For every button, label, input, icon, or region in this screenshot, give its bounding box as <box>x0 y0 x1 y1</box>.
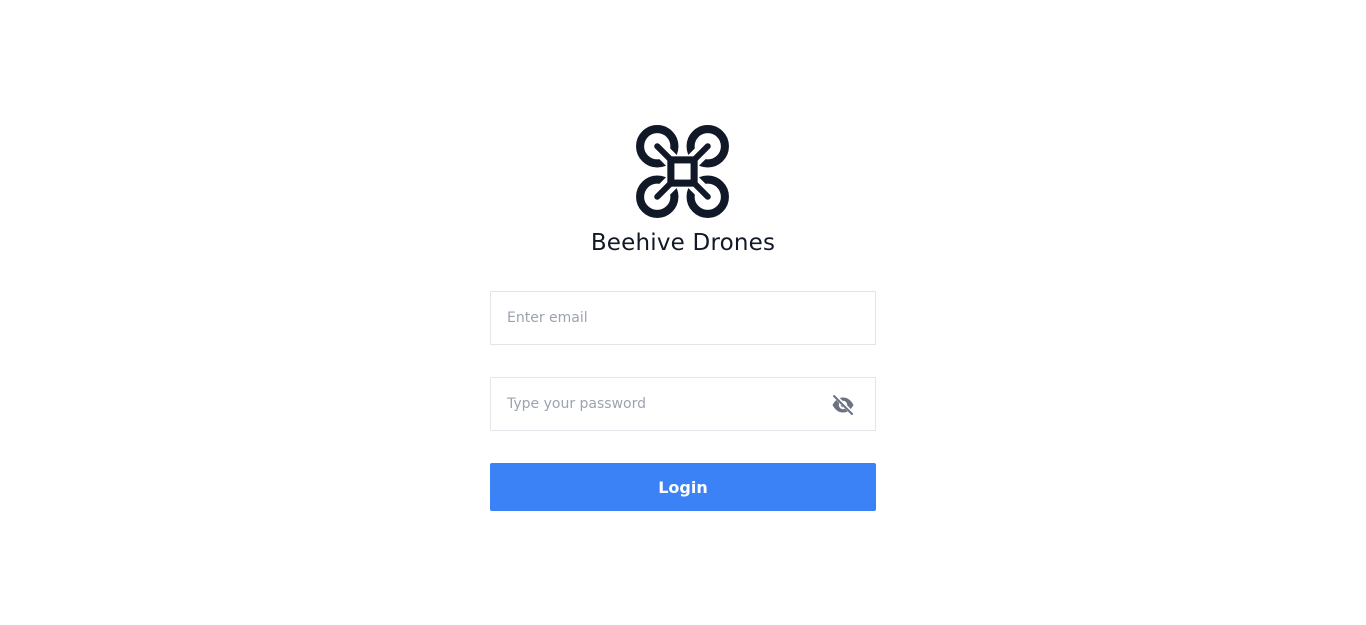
eye-off-icon[interactable] <box>830 393 856 417</box>
login-page: Beehive Drones Login <box>0 0 1366 625</box>
login-button[interactable]: Login <box>490 463 876 511</box>
drone-icon <box>636 125 729 218</box>
password-field[interactable] <box>491 378 875 430</box>
email-field[interactable] <box>491 292 875 344</box>
password-field-container <box>490 377 876 431</box>
email-field-container <box>490 291 876 345</box>
brand-name: Beehive Drones <box>590 230 776 256</box>
